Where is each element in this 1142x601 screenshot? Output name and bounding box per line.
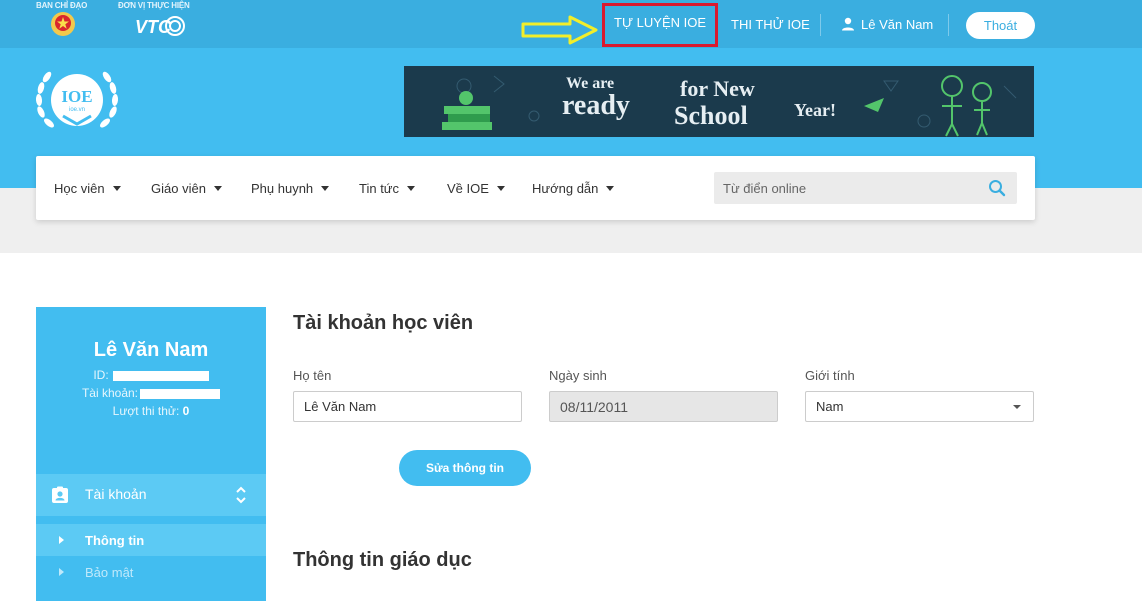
nav-guide-label: Hướng dẫn [532,180,599,196]
account-card-icon [52,486,68,503]
user-id-label: ID: [93,368,109,382]
redacted-id [112,370,209,381]
caret-down-icon [112,185,121,191]
education-section-title: Thông tin giáo dục [293,549,472,571]
user-menu[interactable]: Lê Văn Nam [841,0,933,48]
nav-parents[interactable]: Phụ huynh [251,156,330,220]
school-year-banner: We are ready for New School Year! [404,66,1034,137]
gender-select[interactable]: Nam [805,391,1034,422]
svg-text:ioe.vn: ioe.vn [69,107,85,113]
sidebar-section-label: Tài khoản [85,486,147,502]
caret-down-icon [496,185,505,191]
dictionary-search-input[interactable] [714,172,974,204]
caret-down-icon [606,185,615,191]
gender-label: Giới tính [805,368,855,383]
test-ioe-link[interactable]: THI THỬ IOE [731,0,810,48]
nav-guide[interactable]: Hướng dẫn [532,156,615,220]
sidebar-trial-count: Lượt thi thử: 0 [36,404,266,418]
nav-about-label: Về IOE [447,180,489,196]
bullet-triangle-icon [59,536,64,544]
redacted-account [140,388,221,399]
user-icon [842,17,854,31]
nav-parents-label: Phụ huynh [251,180,314,196]
main-nav: Học viên Giáo viên Phụ huynh Tin tức Về … [36,156,1035,220]
sidebar-section-account[interactable]: Tài khoản [36,474,266,516]
nav-students-label: Học viên [54,180,105,196]
executor-org-label: ĐƠN VỊ THỰC HIỆN [118,1,190,10]
sidebar-item-security[interactable]: Bảo mật [36,556,266,588]
date-of-birth-field: 08/11/2011 [549,391,778,422]
national-emblem-icon [51,12,75,36]
gender-select-value: Nam [816,399,844,414]
trial-count-label: Lượt thi thử: [112,404,180,418]
user-name-label: Lê Văn Nam [861,16,934,32]
nav-news[interactable]: Tin tức [359,156,416,220]
steering-org-label: BAN CHỈ ĐẠO [36,1,88,10]
search-icon[interactable] [988,179,1006,197]
logout-button[interactable]: Thoát [966,12,1035,39]
sidebar-user-name: Lê Văn Nam [93,339,209,361]
ioe-logo[interactable]: IOE ioe.vn [33,64,121,140]
nav-teachers-label: Giáo viên [151,180,206,196]
full-name-field[interactable]: Lê Văn Nam [293,391,522,422]
dictionary-search [714,172,1017,204]
svg-text:ready: ready [562,90,630,121]
page-title: Tài khoản học viên [293,312,474,334]
sidebar-account: Tài khoản: [36,386,266,400]
practice-ioe-link[interactable]: TỰ LUYỆN IOE [614,0,706,48]
pointer-arrow-icon [521,15,598,45]
caret-down-icon [321,185,330,191]
svg-text:Year!: Year! [794,100,836,120]
trial-count-value: 0 [182,404,190,418]
chevron-down-icon [1013,405,1021,409]
edit-info-button[interactable]: Sửa thông tin [399,450,531,486]
svg-text:for New: for New [680,76,755,101]
topbar-divider [948,14,949,36]
svg-text:School: School [674,101,748,130]
account-sidebar: Lê Văn Nam ID: Tài khoản: Lượt thi thử: … [36,307,266,601]
expand-collapse-icon [236,486,246,504]
sidebar-user-id: ID: [36,368,266,382]
nav-news-label: Tin tức [359,180,400,196]
sidebar-item-info-label: Thông tin [85,532,145,548]
sidebar-item-security-label: Bảo mật [85,564,134,580]
name-label: Họ tên [293,368,332,383]
caret-down-icon [213,185,222,191]
sidebar-item-info[interactable]: Thông tin [36,524,266,556]
caret-down-icon [407,185,416,191]
dob-label: Ngày sinh [549,368,607,383]
nav-about[interactable]: Về IOE [447,156,505,220]
account-label: Tài khoản: [81,386,139,400]
nav-teachers[interactable]: Giáo viên [151,156,222,220]
top-bar: BAN CHỈ ĐẠO ĐƠN VỊ THỰC HIỆN VTC TỰ LUYỆ… [0,0,1142,48]
vtc-logo-icon: VTC [135,16,185,37]
svg-text:IOE: IOE [61,87,92,106]
bullet-triangle-icon [59,568,64,576]
topbar-divider [820,14,821,36]
nav-students[interactable]: Học viên [54,156,121,220]
